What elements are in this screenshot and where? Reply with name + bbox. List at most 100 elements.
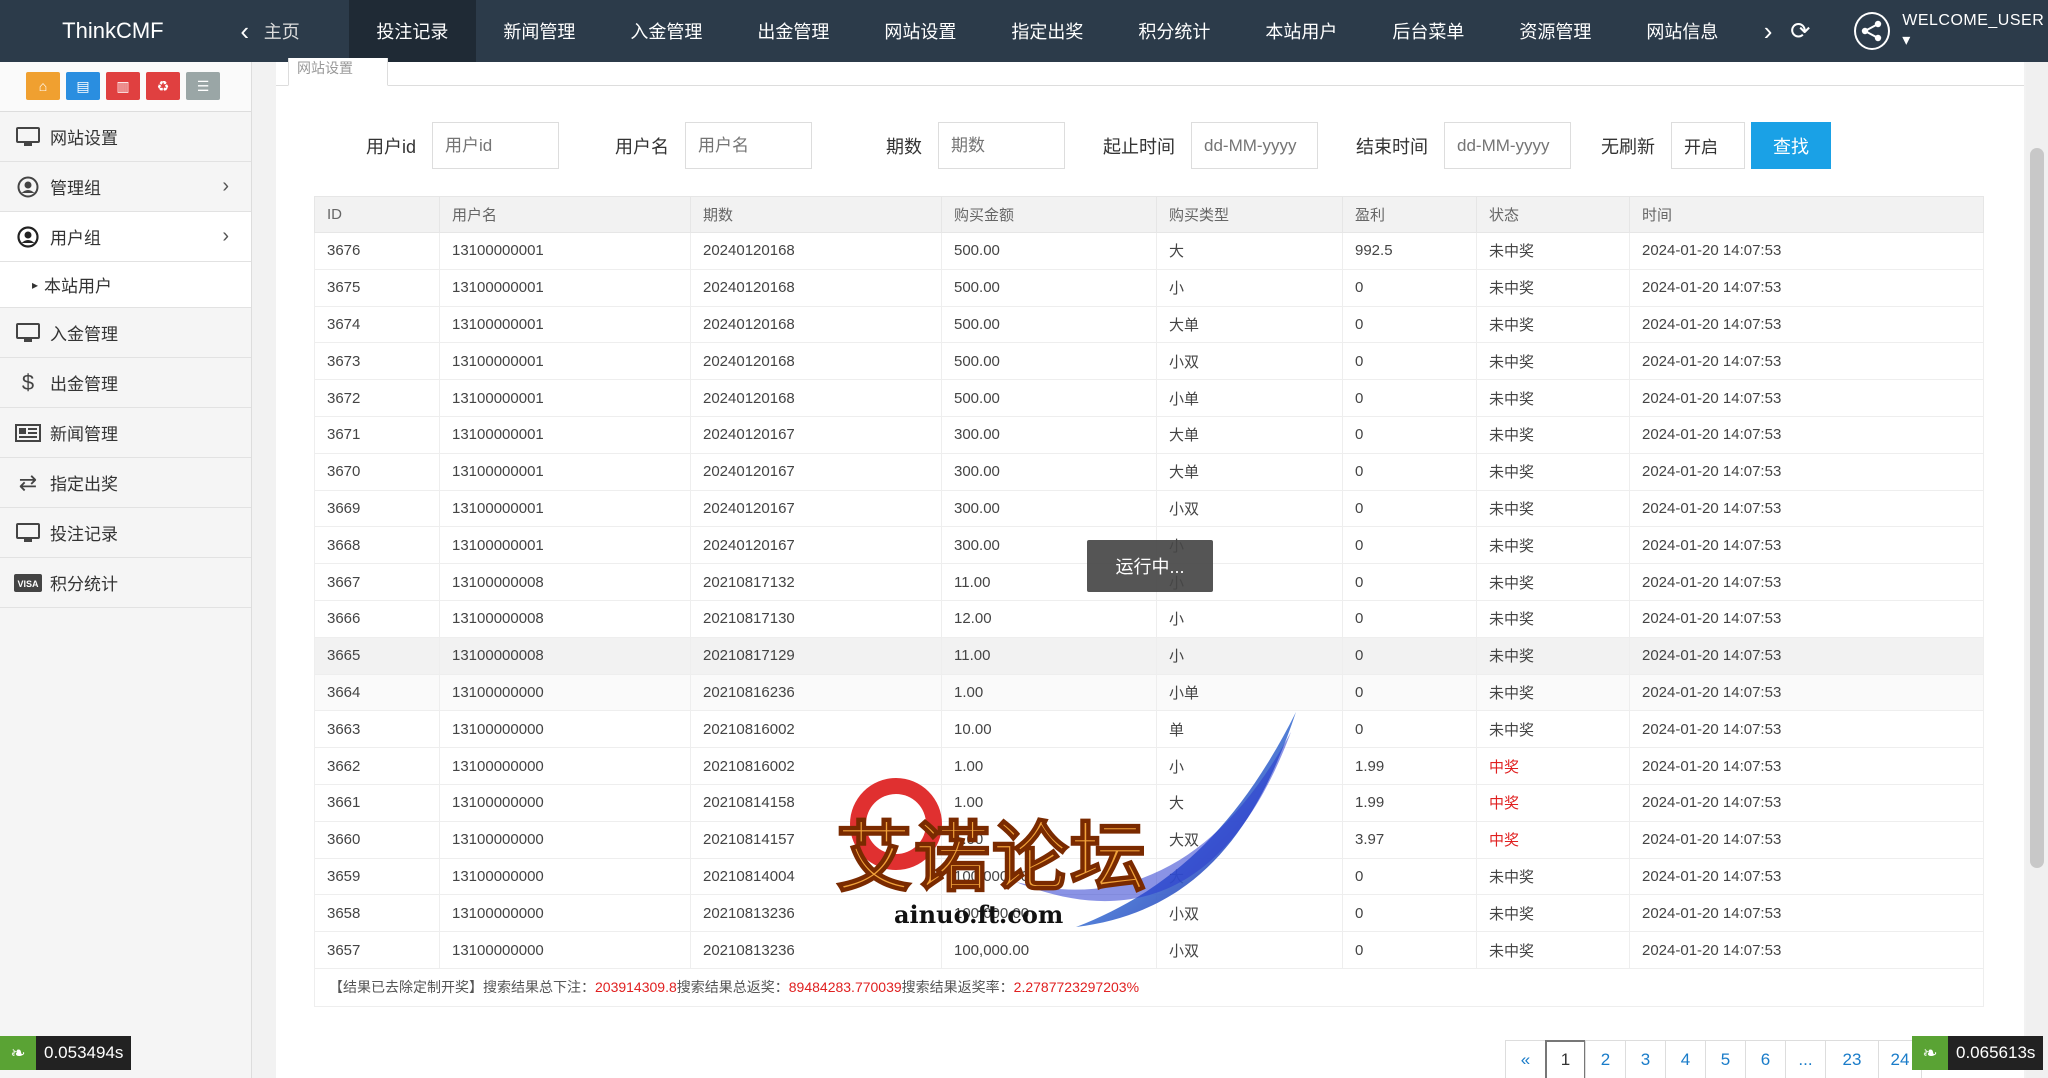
cell-profit: 0 bbox=[1342, 342, 1477, 381]
table-row[interactable]: 3662 13100000000 20210816002 1.00 小 1.99 中奖 202… bbox=[314, 747, 1984, 785]
menu-bet-records[interactable]: 投注记录 bbox=[348, 0, 476, 62]
period-label: 期数 bbox=[886, 136, 922, 157]
sidebar-item-site-settings[interactable]: 网站设置 bbox=[0, 112, 251, 162]
cell-status: 未中奖 bbox=[1476, 489, 1630, 528]
sidebar-item-points-stats[interactable]: VISA 积分统计 bbox=[0, 558, 251, 608]
menu-withdraw[interactable]: 出金管理 bbox=[730, 0, 857, 62]
page-1[interactable]: 1 bbox=[1545, 1040, 1586, 1078]
page-2[interactable]: 2 bbox=[1585, 1040, 1626, 1078]
end-date-label: 结束时间 bbox=[1356, 136, 1428, 157]
scrollbar-thumb[interactable] bbox=[2030, 148, 2044, 868]
page-4[interactable]: 4 bbox=[1665, 1040, 1706, 1078]
menu-news[interactable]: 新闻管理 bbox=[476, 0, 603, 62]
table-row[interactable]: 3658 13100000000 20210813236 100,000.00 小双 0 未… bbox=[314, 894, 1984, 933]
menu-site-info[interactable]: 网站信息 bbox=[1619, 0, 1746, 62]
col-profit[interactable]: 盈利 bbox=[1342, 196, 1477, 233]
cell-status: 未中奖 bbox=[1476, 636, 1630, 675]
table-row[interactable]: 3672 13100000001 20240120168 500.00 小单 0 未中奖 20… bbox=[314, 379, 1984, 417]
cell-amount: 1.00 bbox=[941, 820, 1157, 859]
table-row[interactable]: 3665 13100000008 20210817129 11.00 小 0 未中奖 2024… bbox=[314, 636, 1984, 675]
col-username[interactable]: 用户名 bbox=[439, 196, 691, 233]
table-row[interactable]: 3676 13100000001 20240120168 500.00 大 992.5 未中… bbox=[314, 232, 1984, 270]
table-row[interactable]: 3663 13100000000 20210816002 10.00 单 0 未中奖 2024… bbox=[314, 710, 1984, 749]
end-date-input[interactable] bbox=[1444, 122, 1571, 169]
exchange-icon: ⇄ bbox=[18, 469, 38, 495]
col-status[interactable]: 状态 bbox=[1476, 196, 1630, 233]
user-circle-icon bbox=[14, 176, 42, 198]
table-row[interactable]: 3674 13100000001 20240120168 500.00 大单 0 未中奖 20… bbox=[314, 305, 1984, 344]
cell-status: 未中奖 bbox=[1476, 563, 1630, 601]
cell-time: 2024-01-20 14:07:53 bbox=[1629, 747, 1984, 785]
page-prev[interactable]: « bbox=[1505, 1040, 1546, 1078]
search-button[interactable]: 查找 bbox=[1751, 122, 1831, 169]
table-row[interactable]: 3670 13100000001 20240120167 300.00 大单 0 未中奖 20… bbox=[314, 452, 1984, 491]
page-3[interactable]: 3 bbox=[1625, 1040, 1666, 1078]
sidebar-item-withdraw[interactable]: $ 出金管理 bbox=[0, 358, 251, 408]
cell-period: 20210816002 bbox=[690, 747, 942, 785]
menu-admin-menu[interactable]: 后台菜单 bbox=[1365, 0, 1492, 62]
cell-status: 未中奖 bbox=[1476, 673, 1630, 712]
username-input[interactable] bbox=[685, 122, 812, 169]
sidebar-item-bet-records[interactable]: 投注记录 bbox=[0, 508, 251, 558]
page-6[interactable]: 6 bbox=[1745, 1040, 1786, 1078]
page-23[interactable]: 23 bbox=[1825, 1040, 1879, 1078]
cell-profit: 0 bbox=[1342, 563, 1477, 601]
cell-period: 20240120168 bbox=[690, 305, 942, 344]
cell-username: 13100000001 bbox=[439, 379, 691, 417]
cell-time: 2024-01-20 14:07:53 bbox=[1629, 526, 1984, 565]
table-row[interactable]: 3673 13100000001 20240120168 500.00 小双 0 未中奖 20… bbox=[314, 342, 1984, 381]
share-avatar-icon[interactable] bbox=[1854, 12, 1891, 50]
table-row[interactable]: 3671 13100000001 20240120167 300.00 大单 0 未中奖 20… bbox=[314, 415, 1984, 454]
table-row[interactable]: 3669 13100000001 20240120167 300.00 小双 0 未中奖 20… bbox=[314, 489, 1984, 528]
refresh-icon[interactable]: ⟳ bbox=[1790, 17, 1810, 46]
nav-next-arrow-icon[interactable]: › bbox=[1756, 16, 1780, 47]
cell-amount: 300.00 bbox=[941, 489, 1157, 528]
col-id[interactable]: ID bbox=[314, 196, 440, 233]
vertical-scrollbar[interactable] bbox=[2026, 62, 2048, 1078]
menu-site-settings[interactable]: 网站设置 bbox=[857, 0, 984, 62]
list-icon[interactable]: ☰ bbox=[186, 72, 220, 100]
col-period[interactable]: 期数 bbox=[690, 196, 942, 233]
col-bet-type[interactable]: 购买类型 bbox=[1156, 196, 1343, 233]
no-refresh-select[interactable] bbox=[1671, 122, 1745, 169]
menu-site-users[interactable]: 本站用户 bbox=[1238, 0, 1365, 62]
sidebar-item-label: 积分统计 bbox=[50, 575, 118, 594]
home-link[interactable]: 主页 bbox=[264, 18, 309, 44]
cell-period: 20240120168 bbox=[690, 268, 942, 307]
col-amount[interactable]: 购买金额 bbox=[941, 196, 1157, 233]
table-row[interactable]: 3675 13100000001 20240120168 500.00 小 0 未中奖 202… bbox=[314, 268, 1984, 307]
brand-logo[interactable]: ThinkCMF bbox=[0, 18, 226, 44]
sidebar-item-user-group[interactable]: 用户组 › bbox=[0, 212, 251, 262]
nav-prev-arrow-icon[interactable]: ‹ bbox=[226, 16, 264, 47]
table-row[interactable]: 3659 13100000000 20210814004 100,000.00 大 0 未中… bbox=[314, 857, 1984, 896]
sidebar-item-assign-prize[interactable]: ⇄ 指定出奖 bbox=[0, 458, 251, 508]
cell-id: 3672 bbox=[314, 379, 440, 417]
page-5[interactable]: 5 bbox=[1705, 1040, 1746, 1078]
sidebar-subitem-site-users[interactable]: 本站用户 bbox=[0, 262, 251, 308]
cell-amount: 100,000.00 bbox=[941, 857, 1157, 896]
period-input[interactable] bbox=[938, 122, 1065, 169]
menu-deposit[interactable]: 入金管理 bbox=[603, 0, 730, 62]
menu-assign-prize[interactable]: 指定出奖 bbox=[984, 0, 1111, 62]
menu-resources[interactable]: 资源管理 bbox=[1492, 0, 1619, 62]
trash-icon[interactable]: ▥ bbox=[106, 72, 140, 100]
cell-id: 3673 bbox=[314, 342, 440, 381]
sidebar-item-deposit[interactable]: 入金管理 bbox=[0, 308, 251, 358]
col-time[interactable]: 时间 bbox=[1629, 196, 1984, 233]
table-row[interactable]: 3664 13100000000 20210816236 1.00 小单 0 未中奖 2024… bbox=[314, 673, 1984, 712]
recycle-icon[interactable]: ♻ bbox=[146, 72, 180, 100]
table-row[interactable]: 3660 13100000000 20210814157 1.00 大双 3.97 中奖 20… bbox=[314, 820, 1984, 859]
menu-points-stats[interactable]: 积分统计 bbox=[1111, 0, 1238, 62]
home-icon[interactable]: ⌂ bbox=[26, 72, 60, 100]
user-id-input[interactable] bbox=[432, 122, 559, 169]
table-row[interactable]: 3666 13100000008 20210817130 12.00 小 0 未中奖 2024… bbox=[314, 599, 1984, 638]
sidebar-item-admin-group[interactable]: 管理组 › bbox=[0, 162, 251, 212]
cell-bet-type: 小 bbox=[1156, 268, 1343, 307]
table-row[interactable]: 3661 13100000000 20210814158 1.00 大 1.99 中奖 202… bbox=[314, 783, 1984, 822]
start-date-input[interactable] bbox=[1191, 122, 1318, 169]
user-menu-dropdown[interactable]: WELCOME_USER ▾ bbox=[1902, 12, 2048, 50]
sidebar-item-news[interactable]: 新闻管理 bbox=[0, 408, 251, 458]
file-icon[interactable]: ▤ bbox=[66, 72, 100, 100]
tab-site-settings[interactable]: 网站设置 bbox=[288, 58, 388, 86]
table-row[interactable]: 3657 13100000000 20210813236 100,000.00 小双 0 未… bbox=[314, 931, 1984, 969]
